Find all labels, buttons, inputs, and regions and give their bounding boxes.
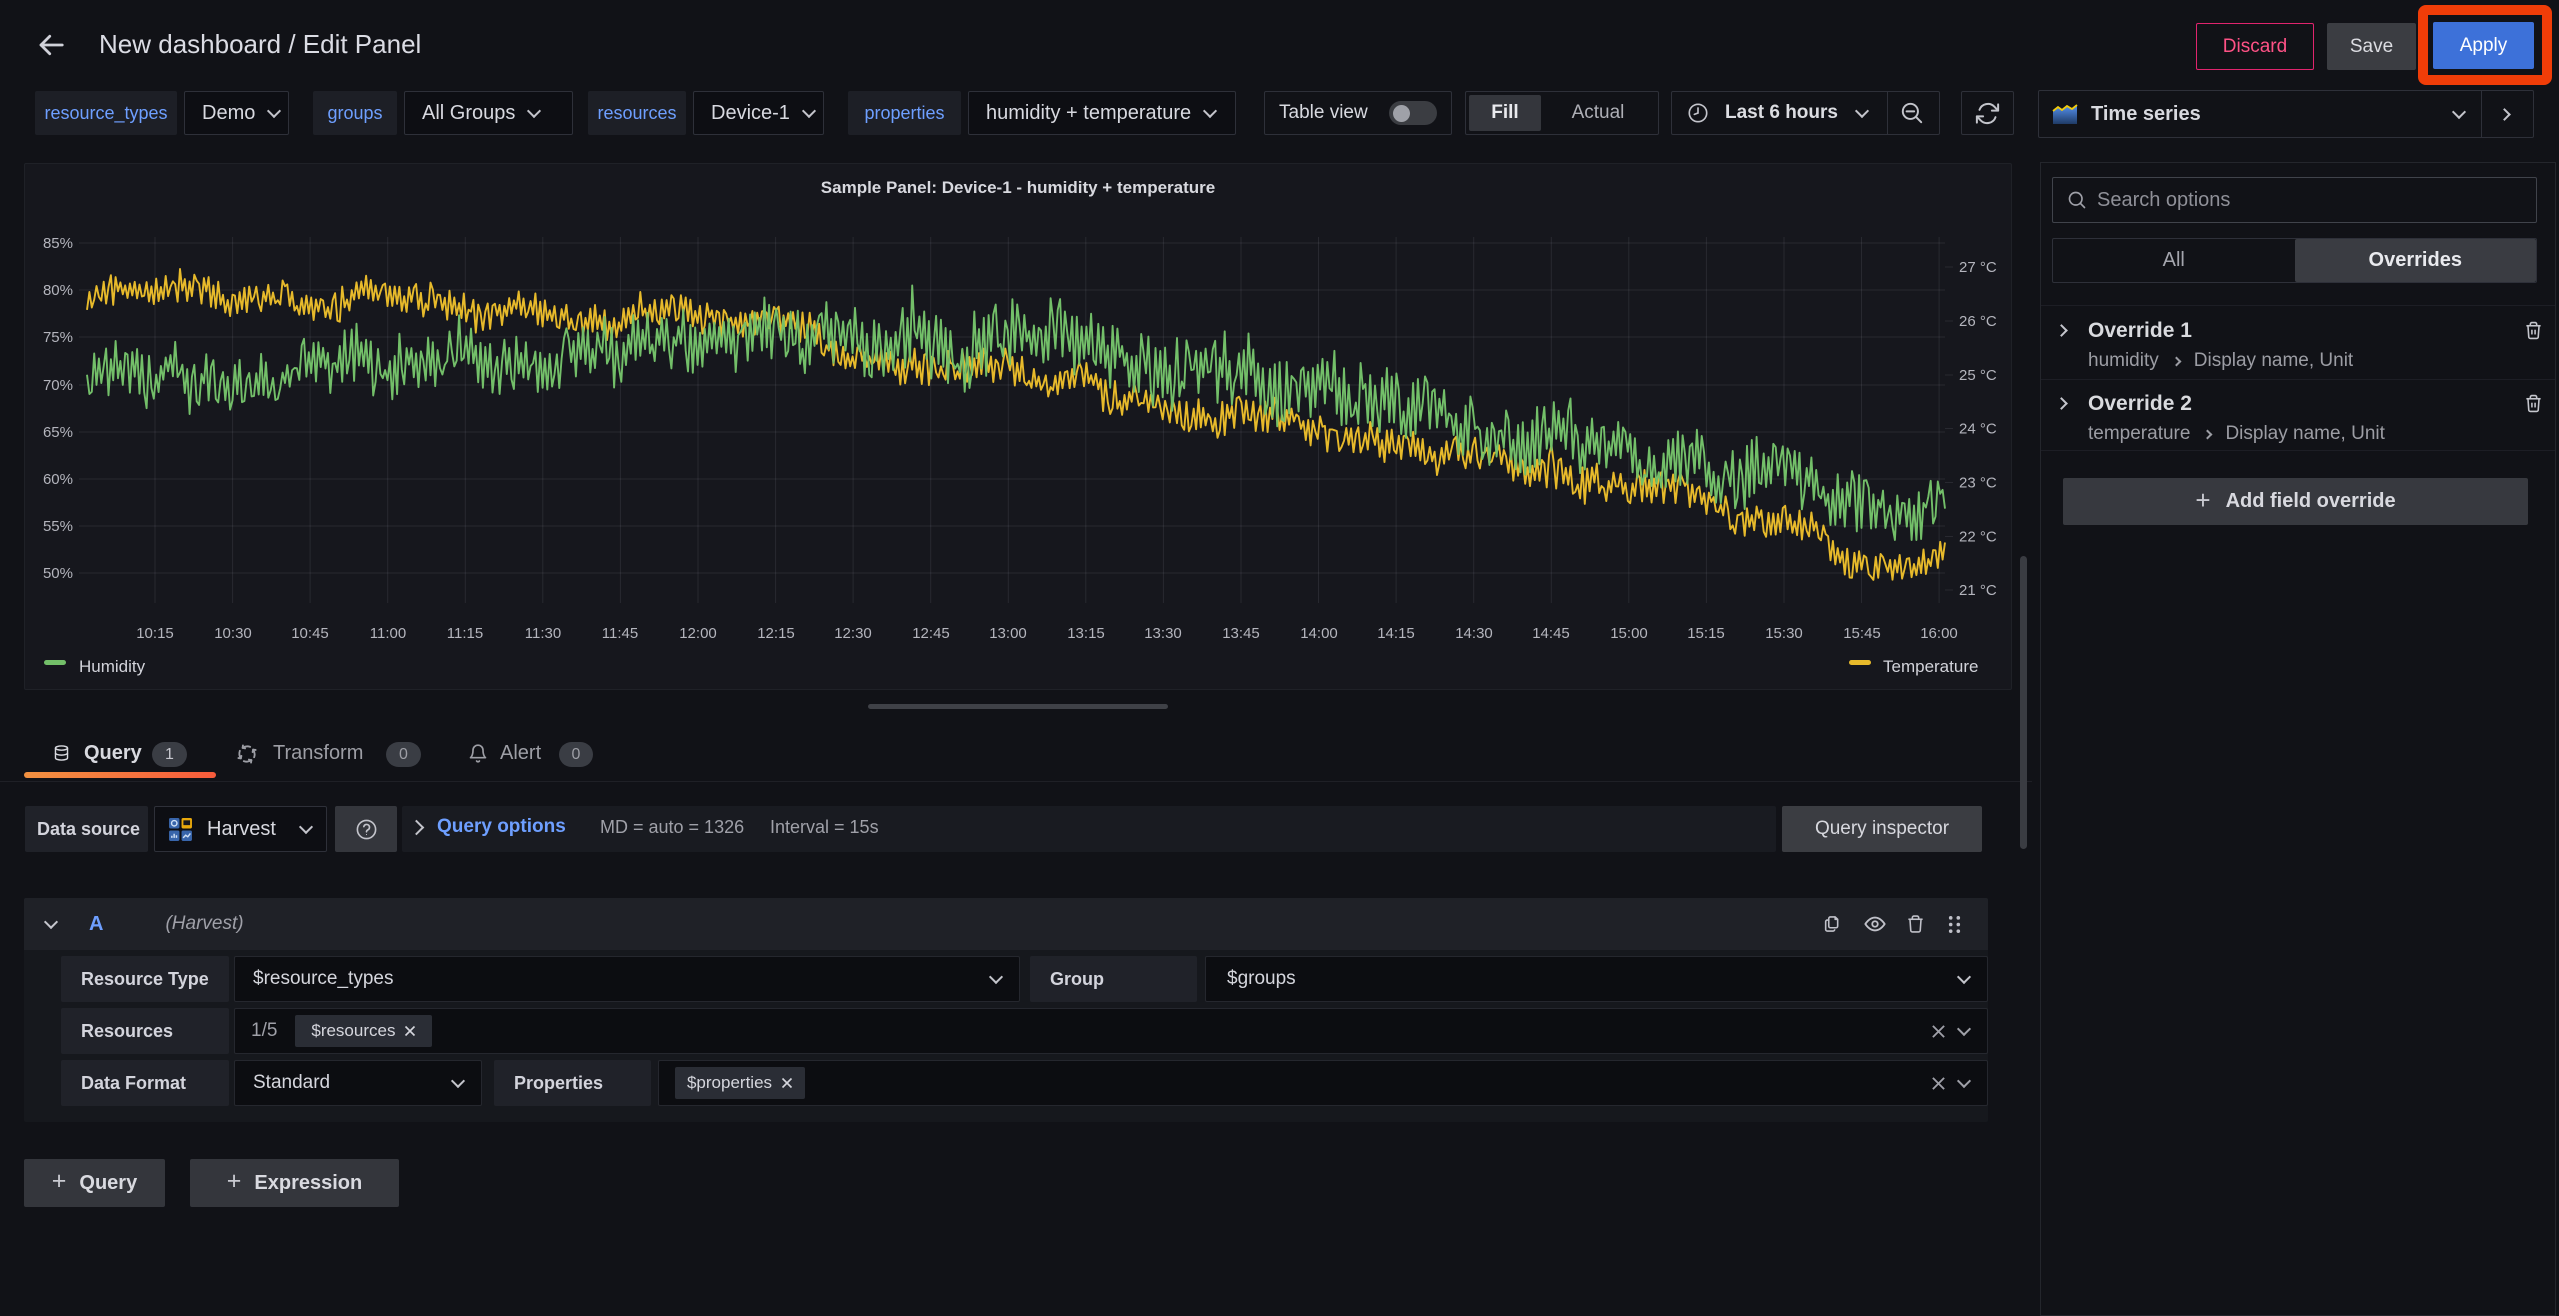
svg-text:25 °C: 25 °C [1959,367,1997,384]
svg-text:65%: 65% [43,424,73,441]
svg-text:13:30: 13:30 [1144,625,1182,642]
svg-text:11:00: 11:00 [370,625,406,642]
svg-text:60%: 60% [43,471,73,488]
svg-text:12:30: 12:30 [834,625,872,642]
svg-text:75%: 75% [43,329,73,346]
svg-text:85%: 85% [43,235,73,252]
svg-text:80%: 80% [43,282,73,299]
svg-text:15:30: 15:30 [1765,625,1803,642]
svg-text:15:45: 15:45 [1843,625,1881,642]
svg-text:11:30: 11:30 [525,625,561,642]
svg-text:12:00: 12:00 [679,625,717,642]
svg-text:Temperature: Temperature [1883,657,1978,676]
svg-text:14:45: 14:45 [1532,625,1570,642]
svg-text:13:15: 13:15 [1067,625,1105,642]
svg-text:23 °C: 23 °C [1959,475,1997,492]
svg-text:Humidity: Humidity [79,657,146,676]
svg-text:11:45: 11:45 [602,625,638,642]
svg-text:13:00: 13:00 [989,625,1027,642]
svg-text:50%: 50% [43,565,73,582]
svg-text:14:00: 14:00 [1300,625,1338,642]
svg-text:26 °C: 26 °C [1959,313,1997,330]
svg-text:55%: 55% [43,518,73,535]
svg-text:13:45: 13:45 [1222,625,1260,642]
svg-text:11:15: 11:15 [447,625,483,642]
svg-text:14:15: 14:15 [1377,625,1415,642]
svg-text:10:15: 10:15 [136,625,174,642]
svg-text:27 °C: 27 °C [1959,259,1997,276]
svg-text:70%: 70% [43,377,73,394]
svg-text:15:00: 15:00 [1610,625,1648,642]
svg-text:15:15: 15:15 [1687,625,1725,642]
svg-text:10:45: 10:45 [291,625,329,642]
svg-text:22 °C: 22 °C [1959,529,1997,546]
svg-text:21 °C: 21 °C [1959,582,1997,599]
svg-text:12:45: 12:45 [912,625,950,642]
svg-text:24 °C: 24 °C [1959,421,1997,438]
svg-text:16:00: 16:00 [1920,625,1958,642]
svg-text:10:30: 10:30 [214,625,252,642]
svg-text:12:15: 12:15 [757,625,795,642]
svg-text:14:30: 14:30 [1455,625,1493,642]
